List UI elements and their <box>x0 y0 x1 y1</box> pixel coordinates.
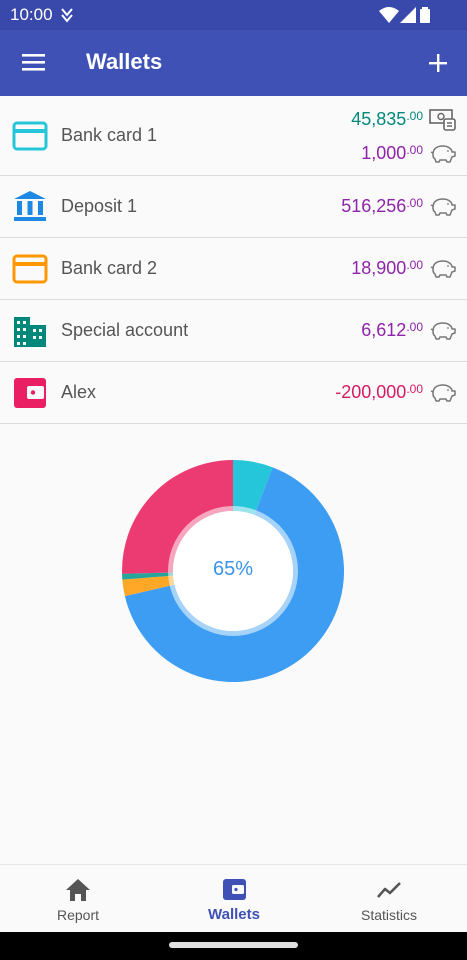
bottom-navigation: Report Wallets Statistics <box>0 864 467 932</box>
wallet-name: Alex <box>61 382 97 402</box>
wallet-balance: -200,000 .00 <box>335 379 457 405</box>
wallet-savings: 1,000 .00 <box>361 140 457 166</box>
amount-value: 18,900 <box>351 257 407 278</box>
wallet-list: Bank card 1 45,835 .00 1,000 .00 Deposit… <box>0 96 467 424</box>
data-saver-icon <box>61 8 73 23</box>
system-navigation-bar <box>0 932 467 960</box>
piggy-bank-icon <box>430 198 456 216</box>
amount-value: 45,835 <box>351 108 407 129</box>
add-icon <box>429 54 447 72</box>
nav-label: Wallets <box>208 906 260 923</box>
piggy-bank-icon <box>430 384 456 402</box>
wallet-balance: 45,835 .00 <box>351 106 457 132</box>
credit-card-icon <box>12 254 48 284</box>
amount-decimals: .00 <box>406 319 423 334</box>
wallet-row-special-account[interactable]: Special account 6,612 .00 <box>0 300 467 362</box>
app-bar: Wallets <box>0 30 467 96</box>
amount-decimals: .00 <box>406 142 423 157</box>
amount-decimals: .00 <box>406 195 423 210</box>
amount-value: 1,000 <box>361 142 407 163</box>
nav-statistics[interactable]: Statistics <box>311 865 467 933</box>
wifi-icon <box>379 7 399 23</box>
wallet-name: Special account <box>61 320 189 340</box>
wallet-row-deposit-1[interactable]: Deposit 1 516,256 .00 <box>0 176 467 238</box>
amount-decimals: .00 <box>406 257 423 272</box>
wallet-row-bank-card-2[interactable]: Bank card 2 18,900 .00 <box>0 238 467 300</box>
wallet-name: Bank card 1 <box>61 125 158 145</box>
amount-value: 6,612 <box>361 319 407 340</box>
piggy-bank-icon <box>430 145 456 163</box>
amount-value: -200,000 <box>335 381 407 402</box>
nav-label: Statistics <box>360 907 417 923</box>
trending-icon <box>377 882 401 898</box>
wallet-name: Deposit 1 <box>61 196 138 216</box>
status-bar: 10:00 <box>0 0 467 30</box>
wallet-icon <box>223 879 246 900</box>
wallet-name: Bank card 2 <box>61 258 158 278</box>
wallet-row-bank-card-1[interactable]: Bank card 1 45,835 .00 1,000 .00 <box>0 96 467 176</box>
menu-icon <box>22 54 45 71</box>
chart-center-label: 65% <box>212 558 254 580</box>
home-handle[interactable] <box>169 942 298 948</box>
bank-icon <box>14 191 46 221</box>
status-time: 10:00 <box>10 5 53 24</box>
wallet-balance: 6,612 .00 <box>361 317 457 343</box>
nav-label: Report <box>56 907 100 923</box>
wallet-balance: 18,900 .00 <box>351 255 457 281</box>
credit-card-icon <box>12 121 48 151</box>
wallet-row-alex[interactable]: Alex -200,000 .00 <box>0 362 467 424</box>
signal-icon <box>400 7 416 23</box>
nav-wallets[interactable]: Wallets <box>156 865 312 933</box>
amount-value: 516,256 <box>341 195 407 216</box>
page-title: Wallets <box>86 49 163 74</box>
battery-icon <box>420 7 430 23</box>
cash-icon <box>429 109 456 131</box>
add-wallet-button[interactable] <box>421 46 455 80</box>
amount-decimals: .00 <box>406 381 423 396</box>
home-icon <box>66 879 90 901</box>
nav-report[interactable]: Report <box>0 865 156 933</box>
amount-decimals: .00 <box>406 108 423 123</box>
wallet-icon <box>14 378 46 408</box>
wallet-balance: 516,256 .00 <box>341 193 457 219</box>
piggy-bank-icon <box>430 322 456 340</box>
piggy-bank-icon <box>430 260 456 278</box>
menu-button[interactable] <box>14 46 54 80</box>
building-icon <box>14 317 46 347</box>
